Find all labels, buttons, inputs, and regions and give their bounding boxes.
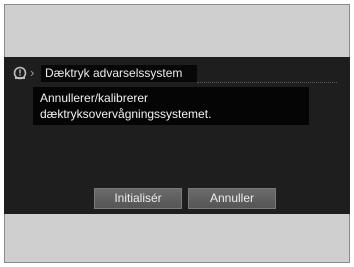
status-message: Annullerer/kalibrerer dæktryksovervågnin… (33, 87, 309, 125)
message-line-2: dæktryksovervågningssystemet. (40, 107, 212, 121)
message-line-1: Annullerer/kalibrerer (40, 91, 149, 105)
title-divider (197, 82, 337, 83)
tpms-screen: › Dæktryk advarselssystem Annullerer/kal… (4, 57, 350, 214)
tpms-warning-icon (13, 66, 27, 80)
screen-title: Dæktryk advarselssystem (41, 65, 197, 82)
initialize-button[interactable]: Initialisér (94, 188, 182, 209)
breadcrumb-chevron-icon: › (30, 65, 35, 80)
cancel-button[interactable]: Annuller (188, 188, 276, 209)
screen-header: › Dæktryk advarselssystem (4, 63, 350, 83)
